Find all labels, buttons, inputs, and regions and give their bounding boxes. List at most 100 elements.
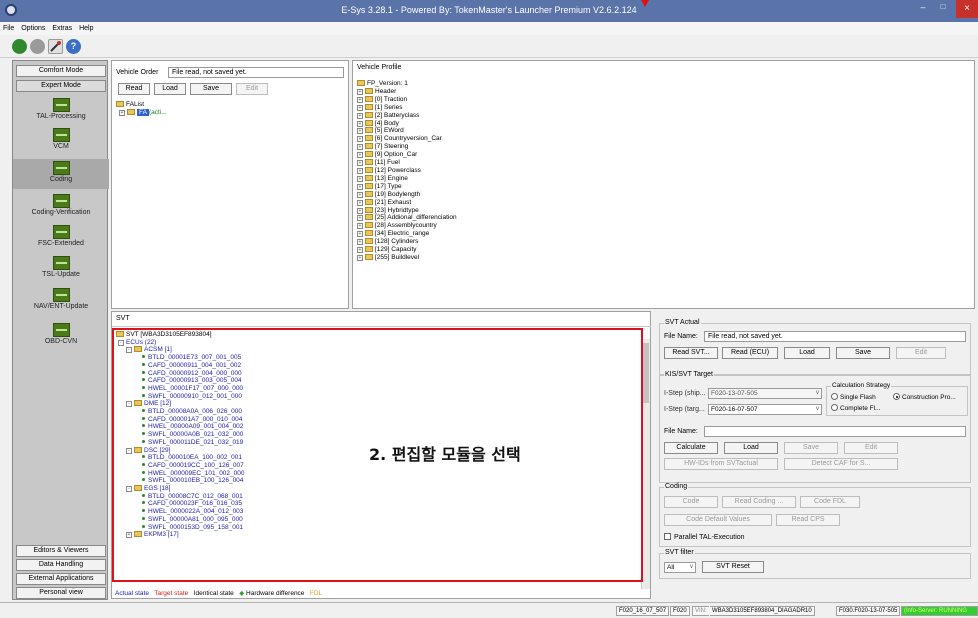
- read-cps-button[interactable]: Read CPS: [776, 514, 840, 526]
- expand-icon[interactable]: +: [357, 120, 363, 127]
- expand-icon[interactable]: +: [357, 191, 363, 198]
- expand-icon[interactable]: +: [357, 223, 363, 230]
- profile-node[interactable]: + [13] Engine: [357, 174, 457, 183]
- profile-node[interactable]: + [7] Steering: [357, 143, 457, 151]
- expand-icon[interactable]: +: [357, 128, 363, 135]
- profile-node[interactable]: + [0] Traction: [357, 95, 457, 104]
- profile-node[interactable]: + [9] Option_Car: [357, 151, 457, 159]
- expert-mode-button[interactable]: Expert Mode: [16, 80, 106, 92]
- expand-icon[interactable]: +: [357, 231, 363, 238]
- fa-save-button[interactable]: Save: [190, 83, 232, 95]
- svt-load-button[interactable]: Load: [784, 347, 830, 359]
- code-button[interactable]: Code: [664, 496, 718, 508]
- profile-node[interactable]: + [4] Body: [357, 119, 457, 128]
- code-fdl-button[interactable]: Code FDL: [800, 496, 860, 508]
- expand-icon[interactable]: +: [357, 207, 363, 214]
- kis-save-button[interactable]: Save: [784, 442, 838, 454]
- profile-node[interactable]: + [28] Assemblycountry: [357, 222, 457, 230]
- menu-help[interactable]: Help: [79, 25, 93, 32]
- kis-file-field[interactable]: [704, 426, 966, 437]
- profile-node[interactable]: + [129] Capacity: [357, 246, 457, 254]
- profile-node[interactable]: + [1] Series: [357, 103, 457, 112]
- menu-file[interactable]: File: [3, 25, 14, 32]
- expand-icon[interactable]: +: [357, 247, 363, 254]
- fa-load-button[interactable]: Load: [154, 83, 186, 95]
- expand-icon[interactable]: +: [357, 175, 363, 182]
- istep-ship-select[interactable]: F020-13-07-505: [708, 388, 822, 399]
- parallel-tal-checkbox[interactable]: Parallel TAL-Execution: [664, 533, 745, 541]
- scroll-thumb[interactable]: [643, 343, 649, 403]
- personal-view-button[interactable]: Personal view: [16, 587, 106, 599]
- falist-node[interactable]: FAList: [126, 101, 144, 108]
- profile-node[interactable]: + [128] Cylinders: [357, 238, 457, 246]
- single-flash-radio[interactable]: Single Flash: [831, 393, 876, 401]
- data-handling-button[interactable]: Data Handling: [16, 559, 106, 571]
- profile-node[interactable]: + [19] Bodylength: [357, 190, 457, 199]
- profile-node[interactable]: + [255] Buildlevel: [357, 253, 457, 262]
- menu-options[interactable]: Options: [21, 25, 45, 32]
- kis-edit-button[interactable]: Edit: [844, 442, 898, 454]
- comfort-mode-button[interactable]: Comfort Mode: [16, 65, 106, 77]
- close-button[interactable]: ×: [956, 0, 978, 18]
- fa-read-button[interactable]: Read: [118, 83, 150, 95]
- fa-edit-button[interactable]: Edit: [236, 83, 268, 95]
- editors-viewers-button[interactable]: Editors & Viewers: [16, 545, 106, 557]
- code-default-values-button[interactable]: Code Default Values: [664, 514, 772, 526]
- svt-filter-select[interactable]: All: [664, 562, 696, 573]
- nav-coding-verification[interactable]: Coding-Verification: [13, 194, 109, 222]
- expand-icon[interactable]: +: [357, 183, 363, 190]
- expand-icon[interactable]: +: [357, 239, 363, 246]
- expand-icon[interactable]: +: [357, 96, 363, 103]
- nav-tal-processing[interactable]: TAL-Processing: [13, 98, 109, 126]
- maximize-button[interactable]: □: [934, 2, 952, 16]
- read-ecu-button[interactable]: Read (ECU): [722, 347, 778, 359]
- expand-icon[interactable]: +: [119, 109, 125, 116]
- expand-icon[interactable]: +: [357, 199, 363, 206]
- complete-flash-radio[interactable]: Complete Fl...: [831, 404, 880, 412]
- expand-icon[interactable]: +: [357, 136, 363, 143]
- expand-icon[interactable]: +: [357, 254, 363, 261]
- profile-node[interactable]: + [11] Fuel: [357, 159, 457, 167]
- expand-icon[interactable]: +: [357, 167, 363, 174]
- vehicle-order-field[interactable]: File read, not saved yet.: [168, 67, 344, 78]
- profile-node[interactable]: + [25] Addional_differenciation: [357, 214, 457, 222]
- nav-tsl-update[interactable]: TSL-Update: [13, 256, 109, 284]
- external-applications-button[interactable]: External Applications: [16, 573, 106, 585]
- svt-save-button[interactable]: Save: [836, 347, 890, 359]
- construction-radio[interactable]: Construction Pro...: [893, 393, 956, 401]
- svt-file-field[interactable]: File read, not saved yet.: [704, 331, 966, 342]
- kis-load-button[interactable]: Load: [724, 442, 778, 454]
- nav-fsc-extended[interactable]: FSC-Extended: [13, 225, 109, 253]
- expand-icon[interactable]: +: [357, 152, 363, 159]
- profile-node[interactable]: + [12] Powerclass: [357, 166, 457, 175]
- nav-nav-ent-update[interactable]: NAV/ENT-Update: [13, 288, 109, 316]
- detect-caf-button[interactable]: Detect CAF for S...: [784, 458, 898, 470]
- profile-node[interactable]: + [2] Batteryclass: [357, 111, 457, 120]
- calculate-button[interactable]: Calculate: [664, 442, 718, 454]
- expand-icon[interactable]: +: [357, 88, 363, 95]
- svt-edit-button[interactable]: Edit: [896, 347, 946, 359]
- expand-icon[interactable]: +: [357, 144, 363, 151]
- nav-obd-cvn[interactable]: OBD-CVN: [13, 323, 109, 351]
- profile-node[interactable]: + [23] Hybridtype: [357, 206, 457, 215]
- fp-root[interactable]: FP_Version: 1: [357, 80, 457, 88]
- profile-node[interactable]: + [5] EWord: [357, 127, 457, 135]
- nav-vcm[interactable]: VCM: [13, 128, 109, 156]
- expand-icon[interactable]: +: [357, 112, 363, 119]
- expand-icon[interactable]: +: [357, 215, 363, 222]
- menu-extras[interactable]: Extras: [52, 25, 72, 32]
- profile-node[interactable]: + [34] Electric_range: [357, 230, 457, 238]
- svt-reset-button[interactable]: SVT Reset: [702, 561, 764, 573]
- istep-target-select[interactable]: F020-16-07-507: [708, 404, 822, 415]
- profile-node[interactable]: + [17] Type: [357, 182, 457, 191]
- fa-node[interactable]: FA: [137, 108, 149, 116]
- profile-node[interactable]: + [6] Countryversion_Car: [357, 135, 457, 143]
- profile-node[interactable]: + [21] Exhaust: [357, 198, 457, 207]
- minimize-button[interactable]: –: [914, 2, 932, 16]
- hw-ids-button[interactable]: HW-IDs from SVTactual: [664, 458, 778, 470]
- profile-node[interactable]: + Header: [357, 87, 457, 96]
- read-svt-button[interactable]: Read SVT...: [664, 347, 718, 359]
- disconnect-icon[interactable]: [30, 39, 45, 54]
- expand-icon[interactable]: +: [357, 104, 363, 111]
- read-coding-button[interactable]: Read Coding ...: [722, 496, 796, 508]
